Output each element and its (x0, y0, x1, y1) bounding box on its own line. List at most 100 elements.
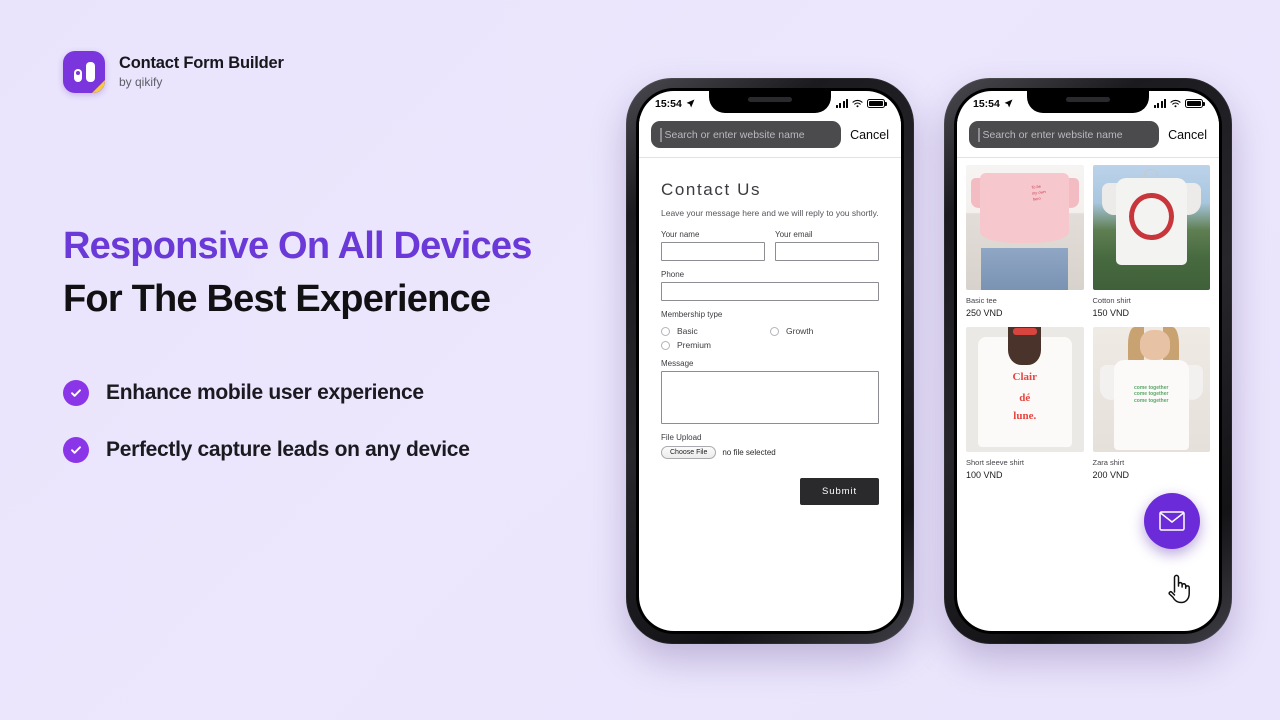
location-arrow-icon (1004, 99, 1013, 108)
status-right (835, 99, 887, 108)
status-right (1153, 99, 1205, 108)
message-textarea[interactable] (661, 371, 879, 425)
headline-line-1: Responsive On All Devices (63, 225, 532, 267)
name-email-row: Your name Your email (661, 230, 879, 262)
hero-copy: Responsive On All Devices For The Best E… (63, 224, 623, 322)
submit-row: Submit (661, 478, 879, 506)
phone-mockup-contact-form: 15:54 Search or enter website name Cance… (626, 78, 914, 644)
product-card[interactable]: Clair dé lune. Short sleeve shirt 100 VND (966, 327, 1084, 480)
contact-form-page: Contact Us Leave your message here and w… (639, 158, 901, 506)
field-label: Your name (661, 230, 700, 240)
radio-label: Growth (786, 326, 814, 337)
radio-circle-icon (661, 326, 670, 336)
phone-mockup-shop: 15:54 Search or enter website name Cance… (944, 78, 1232, 644)
logo-bar-small (74, 69, 82, 82)
headline-line-2: For The Best Experience (63, 277, 491, 320)
logo-corner-fold (92, 80, 105, 93)
product-name: Basic tee (966, 296, 997, 305)
product-card[interactable]: come together come together come together … (1092, 327, 1210, 480)
phone-screen: 15:54 Search or enter website name Cance… (639, 91, 901, 631)
product-image: Clair dé lune. (966, 327, 1084, 452)
battery-full-icon (1185, 99, 1205, 108)
page-subtitle: Leave your message here and we will repl… (661, 208, 879, 218)
status-left: 15:54 (973, 98, 1013, 110)
product-name: Zara shirt (1092, 458, 1125, 467)
page-title: Contact Us (661, 180, 762, 199)
phone-input[interactable] (661, 282, 879, 302)
product-name: Cotton shirt (1092, 296, 1131, 305)
search-placeholder: Search or enter website name (664, 128, 805, 141)
product-price: 200 VND (1092, 470, 1130, 480)
phone-notch (1027, 91, 1149, 113)
status-time: 15:54 (973, 97, 1000, 110)
field-message: Message (661, 359, 879, 425)
status-left: 15:54 (655, 98, 695, 110)
phone-bezel: 15:54 Search or enter website name Cance… (636, 88, 904, 634)
logo-bar-large (86, 62, 95, 82)
product-image: come together come together come together (1092, 327, 1210, 452)
brand-text: Contact Form Builder by qikify (119, 54, 284, 90)
cancel-button[interactable]: Cancel (1168, 128, 1207, 142)
bullet-label: Perfectly capture leads on any device (106, 438, 470, 461)
earpiece-speaker (1066, 97, 1110, 102)
phone-notch (709, 91, 831, 113)
search-input[interactable]: Search or enter website name (651, 121, 842, 148)
radio-label: Basic (677, 326, 698, 337)
wifi-icon (852, 99, 863, 108)
radio-basic[interactable]: Basic (661, 326, 770, 336)
field-membership-type: Membership type Basic Growth Premium (661, 310, 879, 350)
radio-circle-icon (770, 326, 779, 336)
product-price: 150 VND (1092, 308, 1130, 318)
radio-growth[interactable]: Growth (770, 326, 879, 336)
product-name: Short sleeve shirt (966, 458, 1024, 467)
product-grid: To be my own hero Basic tee 250 VND Cotton… (966, 165, 1210, 480)
field-phone: Phone (661, 270, 879, 302)
check-circle-icon (63, 380, 89, 406)
status-time: 15:54 (655, 97, 682, 110)
app-logo-icon (63, 51, 105, 93)
submit-button[interactable]: Submit (800, 478, 879, 506)
radio-premium[interactable]: Premium (661, 340, 770, 350)
phone-screen: 15:54 Search or enter website name Cance… (957, 91, 1219, 631)
contact-form-fab-button[interactable] (1144, 493, 1200, 549)
field-label: File Upload (661, 433, 702, 443)
radio-label: Premium (677, 340, 712, 351)
battery-full-icon (867, 99, 887, 108)
product-card[interactable]: Cotton shirt 150 VND (1092, 165, 1210, 318)
browser-toolbar: Search or enter website name Cancel (957, 116, 1219, 157)
your-name-input[interactable] (661, 242, 765, 262)
browser-toolbar: Search or enter website name Cancel (639, 116, 901, 157)
field-your-name: Your name (661, 230, 765, 262)
product-grid-page: To be my own hero Basic tee 250 VND Cotton… (957, 158, 1219, 480)
text-caret (978, 127, 980, 142)
cellular-signal-icon (835, 99, 848, 108)
app-title: Contact Form Builder (119, 54, 284, 73)
location-arrow-icon (686, 99, 695, 108)
pointing-hand-cursor (1166, 573, 1192, 610)
list-item: Perfectly capture leads on any device (63, 437, 470, 463)
choose-file-button[interactable]: Choose File (661, 446, 717, 460)
check-circle-icon (63, 437, 89, 463)
field-label: Your email (775, 230, 813, 240)
your-email-input[interactable] (775, 242, 879, 262)
earpiece-speaker (748, 97, 792, 102)
cellular-signal-icon (1153, 99, 1166, 108)
search-input[interactable]: Search or enter website name (969, 121, 1160, 148)
cancel-button[interactable]: Cancel (850, 128, 889, 142)
list-item: Enhance mobile user experience (63, 380, 470, 406)
brand-header: Contact Form Builder by qikify (63, 51, 284, 93)
envelope-icon (1159, 511, 1185, 531)
product-card[interactable]: To be my own hero Basic tee 250 VND (966, 165, 1084, 318)
file-status-text: no file selected (722, 448, 776, 458)
bullet-label: Enhance mobile user experience (106, 381, 424, 404)
radio-circle-icon (661, 340, 670, 350)
field-label: Message (661, 359, 694, 369)
phone-bezel: 15:54 Search or enter website name Cance… (954, 88, 1222, 634)
text-caret (660, 127, 662, 142)
file-upload-row: Choose File no file selected (661, 446, 879, 460)
field-file-upload: File Upload Choose File no file selected (661, 433, 879, 460)
search-placeholder: Search or enter website name (982, 128, 1123, 141)
field-label: Membership type (661, 310, 723, 320)
feature-bullet-list: Enhance mobile user experience Perfectly… (63, 380, 470, 463)
product-image: To be my own hero (966, 165, 1084, 290)
